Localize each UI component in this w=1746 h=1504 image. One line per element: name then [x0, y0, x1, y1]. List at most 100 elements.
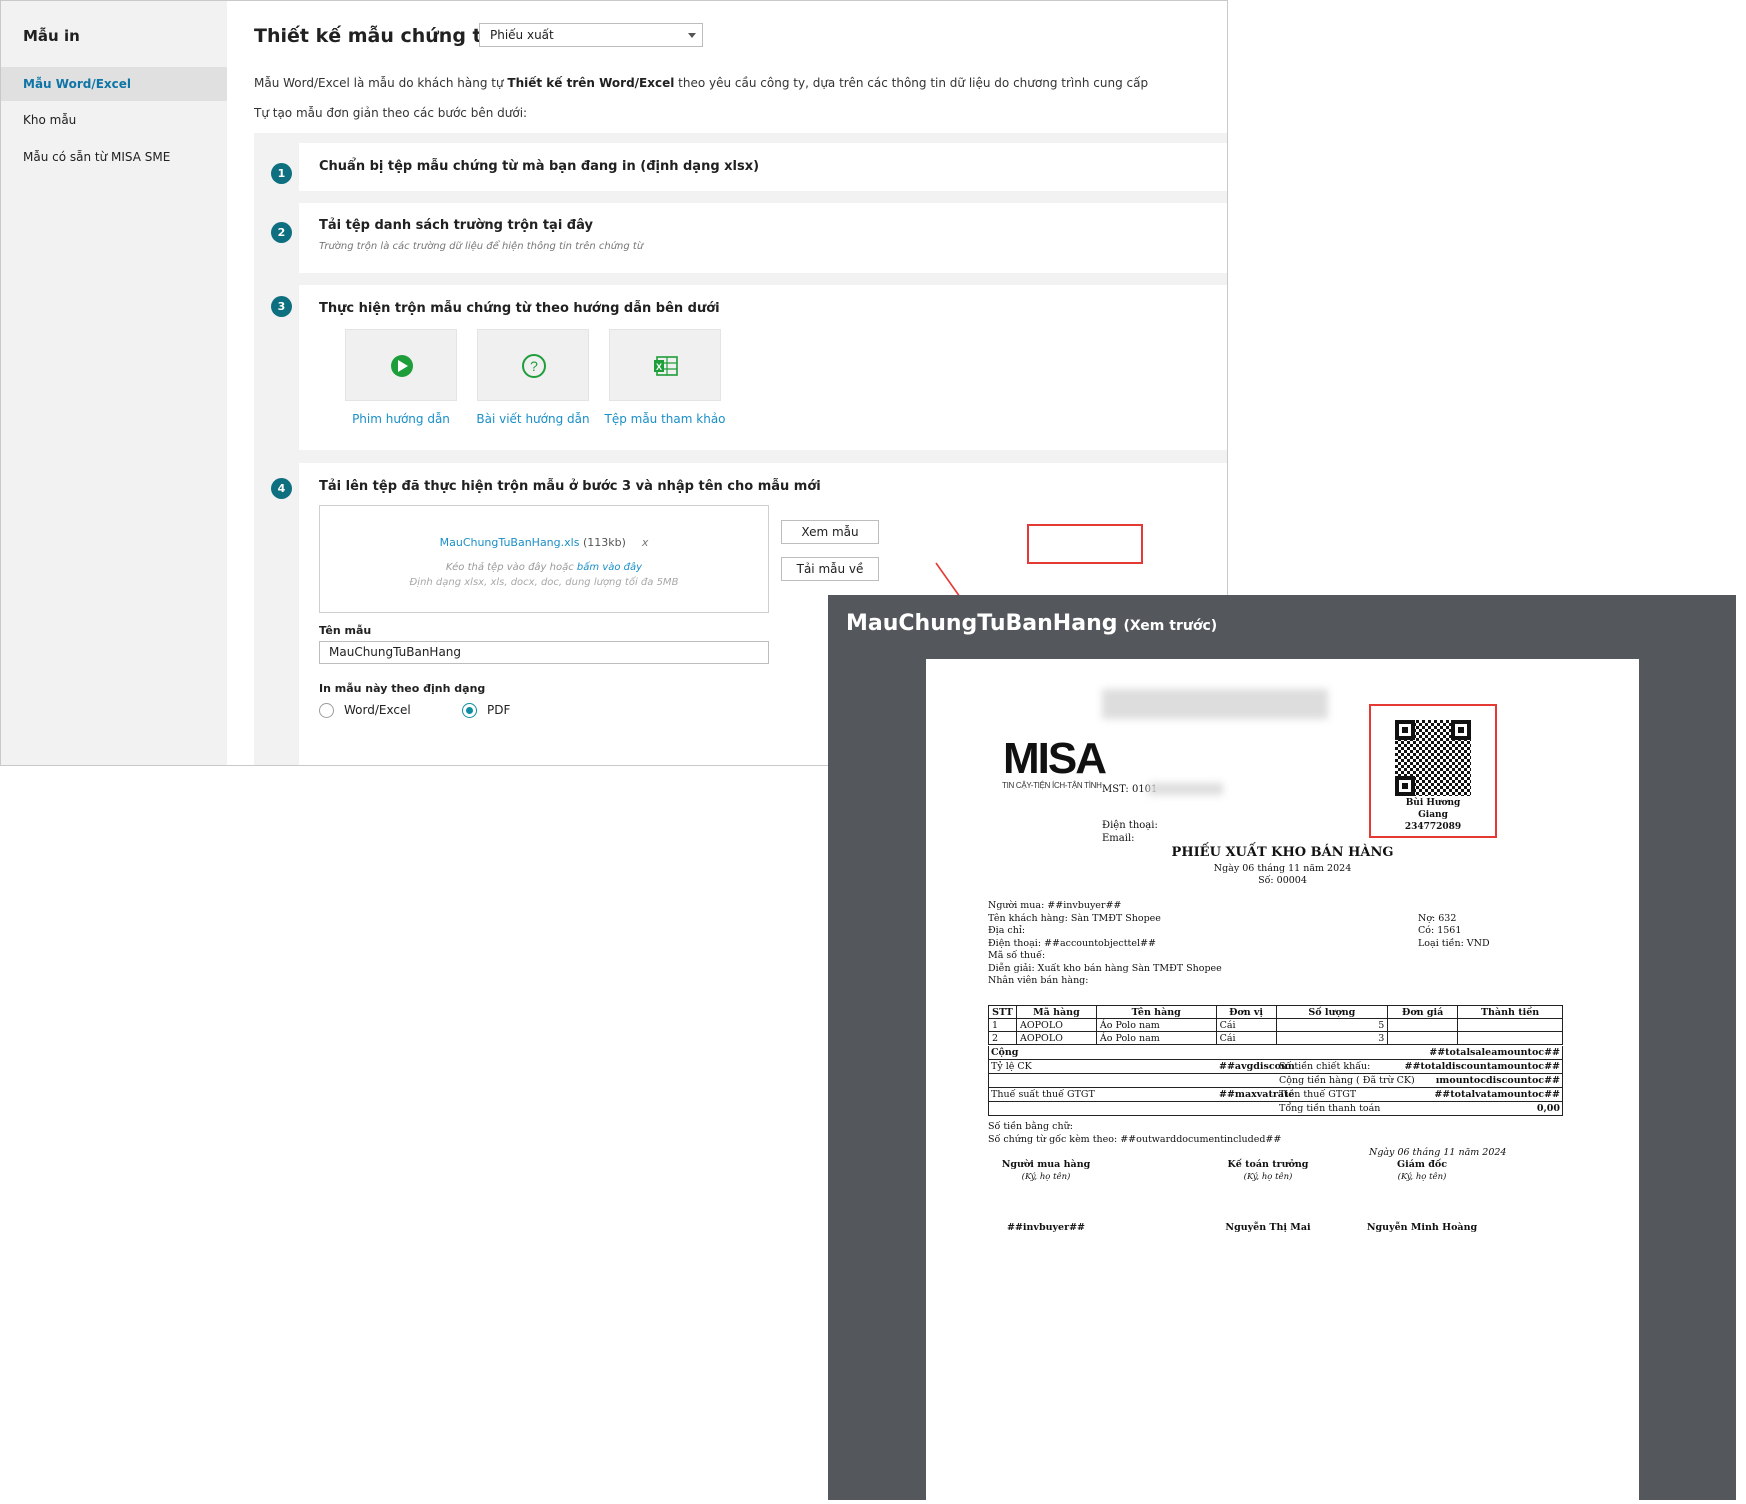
- address: Địa chỉ:: [988, 925, 1026, 936]
- signer-name-director: Nguyễn Minh Hoàng: [1366, 1222, 1478, 1233]
- step-2-badge: 2: [271, 222, 292, 243]
- select-value: Phiếu xuất: [490, 28, 554, 42]
- video-guide-tile[interactable]: [345, 329, 457, 401]
- format-pdf-label[interactable]: PDF: [487, 703, 510, 717]
- step-1-card: Chuẩn bị tệp mẫu chứng từ mà bạn đang in…: [299, 143, 1227, 191]
- table-cell: [1387, 1018, 1459, 1032]
- table-cell: AOPOLO: [1015, 1031, 1097, 1045]
- intro-text-post: theo yêu cầu công ty, dựa trên các thông…: [674, 76, 1149, 90]
- drop-hint-text: Kéo thả tệp vào đây hoặc: [445, 562, 577, 573]
- vat-amount-value: ##totalvatamountoc##: [1434, 1089, 1560, 1100]
- sidebar-item-template-store[interactable]: Kho mẫu: [1, 103, 227, 137]
- table-cell: AOPOLO: [1015, 1018, 1097, 1032]
- sign-date: Ngày 06 tháng 11 năm 2024: [1369, 1147, 1507, 1158]
- column-header: STT: [988, 1005, 1017, 1019]
- grand-total-label: Tổng tiền thanh toán: [1279, 1103, 1381, 1114]
- column-header: Thành tiền: [1457, 1005, 1563, 1019]
- intro-text-pre: Mẫu Word/Excel là mẫu do khách hàng tự: [254, 76, 508, 90]
- signer-hint-director: (Ký, họ tên): [1397, 1172, 1447, 1182]
- article-guide-link[interactable]: Bài viết hướng dẫn: [463, 412, 603, 426]
- preview-subtitle: (Xem trước): [1123, 618, 1218, 634]
- uploaded-file-name[interactable]: MauChungTuBanHang.xls: [440, 536, 580, 549]
- step-3-card: Thực hiện trộn mẫu chứng từ theo hướng d…: [299, 285, 1227, 450]
- chevron-down-icon: [688, 33, 696, 38]
- signer-hint-buyer: (Ký, họ tên): [1021, 1172, 1071, 1182]
- remove-file-icon[interactable]: x: [642, 536, 649, 549]
- table-cell: Áo Polo nam: [1095, 1018, 1217, 1032]
- svg-text:?: ?: [530, 358, 538, 374]
- page-title: Thiết kế mẫu chứng từ: [254, 25, 496, 47]
- sample-file-tile[interactable]: X: [609, 329, 721, 401]
- uploaded-file-size: (113kb): [582, 536, 626, 549]
- browse-link[interactable]: bấm vào đây: [577, 562, 642, 573]
- column-header: Đơn vị: [1215, 1005, 1277, 1019]
- format-word-excel-radio[interactable]: [319, 703, 334, 718]
- step-2-subtitle: Trường trộn là các trường dữ liệu để hiệ…: [319, 241, 644, 252]
- total-label: Cộng: [991, 1047, 1019, 1058]
- company-phone: Điện thoại:: [1102, 820, 1158, 831]
- highlight-box: [1027, 524, 1143, 564]
- article-guide-tile[interactable]: ?: [477, 329, 589, 401]
- help-icon: ?: [522, 354, 546, 378]
- step-4-badge: 4: [271, 478, 292, 499]
- signer-name-buyer: ##invbuyer##: [1007, 1222, 1085, 1233]
- vat-rate-label: Thuế suất thuế GTGT: [991, 1089, 1095, 1100]
- uploaded-file: MauChungTuBanHang.xls (113kb) x: [320, 536, 768, 549]
- sample-file-link[interactable]: Tệp mẫu tham khảo: [595, 412, 735, 426]
- table-cell: [1457, 1018, 1563, 1032]
- total-row: Cộng ##totalsaleamountoc##: [988, 1046, 1563, 1060]
- preview-panel: MauChungTuBanHang (Xem trước) MISA TIN CẬ…: [828, 595, 1736, 1500]
- goods-total-row: Cộng tiền hàng ( Đã trừ CK) ımountocdisc…: [988, 1074, 1563, 1088]
- format-pdf-radio[interactable]: [462, 703, 477, 718]
- customer: Tên khách hàng: Sàn TMĐT Shopee: [988, 913, 1161, 924]
- table-cell: [1457, 1031, 1563, 1045]
- column-header: Đơn giá: [1387, 1005, 1459, 1019]
- drop-hint: Kéo thả tệp vào đây hoặc bấm vào đây: [320, 562, 768, 573]
- grand-total-row: Tổng tiền thanh toán 0,00: [988, 1102, 1563, 1116]
- download-template-button[interactable]: Tải mẫu về: [781, 557, 879, 581]
- discount-amount-label: Số tiền chiết khấu:: [1279, 1061, 1371, 1072]
- table-row: 2 AOPOLO Áo Polo nam Cái 3: [988, 1031, 1563, 1045]
- signer-name-accountant: Nguyễn Thị Mai: [1225, 1222, 1311, 1233]
- preview-file-title: MauChungTuBanHang: [846, 611, 1118, 636]
- total-value: ##totalsaleamountoc##: [1429, 1047, 1560, 1058]
- step-2-card[interactable]: Tải tệp danh sách trường trộn tại đây Tr…: [299, 203, 1227, 273]
- company-email: Email:: [1102, 833, 1135, 844]
- voucher-type-select[interactable]: Phiếu xuất: [479, 23, 703, 47]
- document-date: Ngày 06 tháng 11 năm 2024: [1213, 863, 1352, 874]
- format-word-excel-label[interactable]: Word/Excel: [344, 703, 411, 717]
- sidebar-title: Mẫu in: [23, 27, 80, 45]
- document-number: Số: 00004: [1258, 875, 1307, 886]
- template-name-label: Tên mẫu: [319, 624, 372, 637]
- qr-highlight-box: [1369, 704, 1497, 838]
- step-1-badge: 1: [271, 163, 292, 184]
- discount-row: Tỷ lệ CK ##avgdiscoun Số tiền chiết khấu…: [988, 1060, 1563, 1074]
- upload-dropzone[interactable]: MauChungTuBanHang.xls (113kb) x Kéo thả t…: [319, 505, 769, 613]
- goods-total-label: Cộng tiền hàng ( Đã trừ CK): [1279, 1075, 1415, 1086]
- debit-account: Nợ: 632: [1418, 913, 1457, 924]
- vat-row: Thuế suất thuế GTGT ##maxvatrate Tiền th…: [988, 1088, 1563, 1102]
- table-cell: Cái: [1215, 1018, 1277, 1032]
- intro-steps-text: Tự tạo mẫu đơn giản theo các bước bên dư…: [254, 106, 528, 120]
- buyer: Người mua: ##invbuyer##: [988, 900, 1122, 911]
- step-3-title: Thực hiện trộn mẫu chứng từ theo hướng d…: [319, 301, 720, 316]
- column-header: Mã hàng: [1015, 1005, 1097, 1019]
- svg-text:X: X: [656, 362, 662, 372]
- sidebar-item-word-excel[interactable]: Mẫu Word/Excel: [1, 67, 227, 101]
- sidebar: Mẫu in Mẫu Word/Excel Kho mẫu Mẫu có sẵn…: [1, 1, 227, 765]
- step-2-title[interactable]: Tải tệp danh sách trường trộn tại đây: [319, 218, 593, 233]
- sidebar-item-misa-templates[interactable]: Mẫu có sẵn từ MISA SME: [1, 140, 227, 174]
- signer-hint-accountant: (Ký, họ tên): [1243, 1172, 1293, 1182]
- goods-total-value: ımountocdiscountoc##: [1435, 1075, 1560, 1086]
- intro-text-bold: Thiết kế trên Word/Excel: [507, 76, 675, 90]
- table-cell: 1: [988, 1018, 1017, 1032]
- template-name-input[interactable]: MauChungTuBanHang: [319, 641, 769, 664]
- signer-role-accountant: Kế toán trưởng: [1227, 1159, 1309, 1170]
- attached-documents: Số chứng từ gốc kèm theo: ##outwarddocum…: [988, 1134, 1282, 1145]
- document-title: PHIẾU XUẤT KHO BÁN HÀNG: [1171, 845, 1394, 860]
- step-1-title: Chuẩn bị tệp mẫu chứng từ mà bạn đang in…: [319, 159, 760, 174]
- phone: Điện thoại: ##accountobjecttel##: [988, 938, 1156, 949]
- preview-template-button[interactable]: Xem mẫu: [781, 520, 879, 544]
- currency: Loại tiền: VND: [1418, 938, 1490, 949]
- video-guide-link[interactable]: Phim hướng dẫn: [331, 412, 471, 426]
